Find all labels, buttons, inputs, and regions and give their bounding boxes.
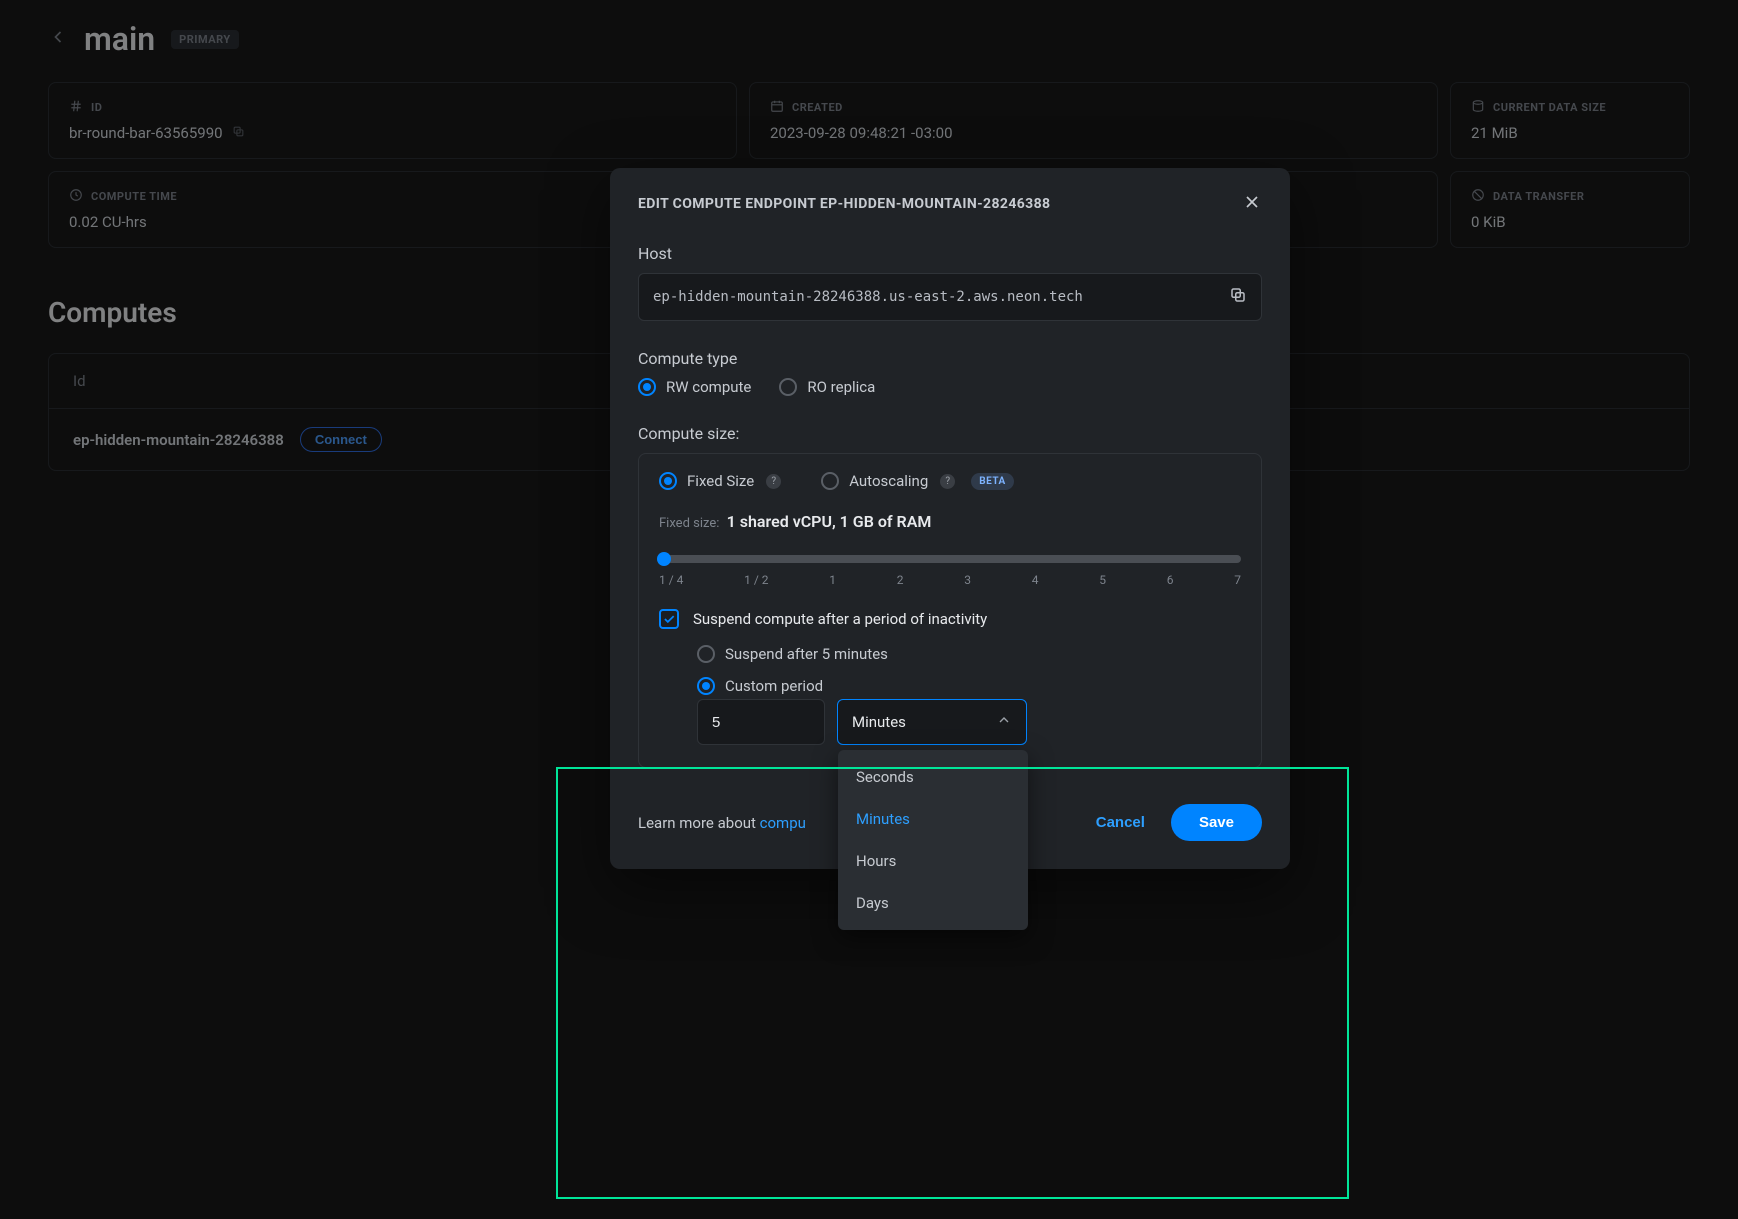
size-slider[interactable]: 1 / 4 1 / 2 1 2 3 4 5 6 7	[659, 549, 1241, 587]
unit-select[interactable]: Minutes Seconds Minutes Hours Days	[837, 699, 1027, 745]
tick: 1 / 2	[744, 573, 768, 587]
rw-label: RW compute	[666, 378, 751, 396]
radio-ro-replica[interactable]: RO replica	[779, 378, 875, 396]
slider-ticks: 1 / 4 1 / 2 1 2 3 4 5 6 7	[659, 573, 1241, 587]
help-icon[interactable]: ?	[940, 474, 955, 489]
compute-type-label: Compute type	[638, 349, 1262, 368]
suspend-check-label: Suspend compute after a period of inacti…	[693, 610, 987, 628]
tick: 1	[829, 573, 836, 587]
fixed-prefix: Fixed size:	[659, 516, 719, 531]
ro-label: RO replica	[807, 378, 875, 396]
close-icon[interactable]	[1242, 192, 1262, 216]
radio-custom-period[interactable]: Custom period	[697, 677, 1241, 695]
radio-suspend-5min[interactable]: Suspend after 5 minutes	[697, 645, 1241, 663]
fixed-value: 1 shared vCPU, 1 GB of RAM	[727, 512, 932, 531]
save-button[interactable]: Save	[1171, 804, 1262, 841]
unit-option-minutes[interactable]: Minutes	[838, 798, 1028, 840]
compute-size-label: Compute size:	[638, 424, 1262, 443]
suspend-checkbox[interactable]	[659, 609, 679, 629]
chevron-up-icon	[996, 712, 1012, 732]
learn-prefix: Learn more about	[638, 814, 760, 832]
tick: 5	[1099, 573, 1106, 587]
autoscaling-label: Autoscaling	[849, 472, 928, 490]
edit-compute-modal: EDIT COMPUTE ENDPOINT EP-HIDDEN-MOUNTAIN…	[610, 168, 1290, 869]
suspend-5-label: Suspend after 5 minutes	[725, 645, 888, 663]
host-value: ep-hidden-mountain-28246388.us-east-2.aw…	[653, 289, 1083, 305]
fixed-label: Fixed Size	[687, 472, 754, 490]
radio-fixed-size[interactable]: Fixed Size ?	[659, 472, 781, 490]
custom-label: Custom period	[725, 677, 823, 695]
modal-title: EDIT COMPUTE ENDPOINT EP-HIDDEN-MOUNTAIN…	[638, 196, 1050, 212]
host-field: ep-hidden-mountain-28246388.us-east-2.aw…	[638, 273, 1262, 321]
radio-autoscaling[interactable]: Autoscaling ? BETA	[821, 472, 1014, 490]
cancel-button[interactable]: Cancel	[1090, 813, 1151, 832]
tick: 2	[897, 573, 904, 587]
unit-selected: Minutes	[852, 713, 906, 731]
tick: 7	[1234, 573, 1241, 587]
beta-badge: BETA	[971, 473, 1014, 490]
custom-value-input[interactable]	[697, 699, 825, 745]
unit-dropdown: Seconds Minutes Hours Days	[838, 750, 1028, 930]
help-icon[interactable]: ?	[766, 474, 781, 489]
unit-option-hours[interactable]: Hours	[838, 840, 1028, 882]
host-label: Host	[638, 244, 1262, 263]
compute-size-box: Fixed Size ? Autoscaling ? BETA Fixed si…	[638, 453, 1262, 768]
tick: 3	[964, 573, 971, 587]
unit-option-seconds[interactable]: Seconds	[838, 756, 1028, 798]
unit-option-days[interactable]: Days	[838, 882, 1028, 924]
tick: 4	[1032, 573, 1039, 587]
tick: 1 / 4	[659, 573, 683, 587]
copy-host-icon[interactable]	[1229, 286, 1247, 308]
learn-link[interactable]: compu	[760, 814, 806, 832]
tick: 6	[1167, 573, 1174, 587]
learn-more: Learn more about compu	[638, 814, 806, 832]
slider-thumb[interactable]	[657, 552, 671, 566]
radio-rw-compute[interactable]: RW compute	[638, 378, 751, 396]
